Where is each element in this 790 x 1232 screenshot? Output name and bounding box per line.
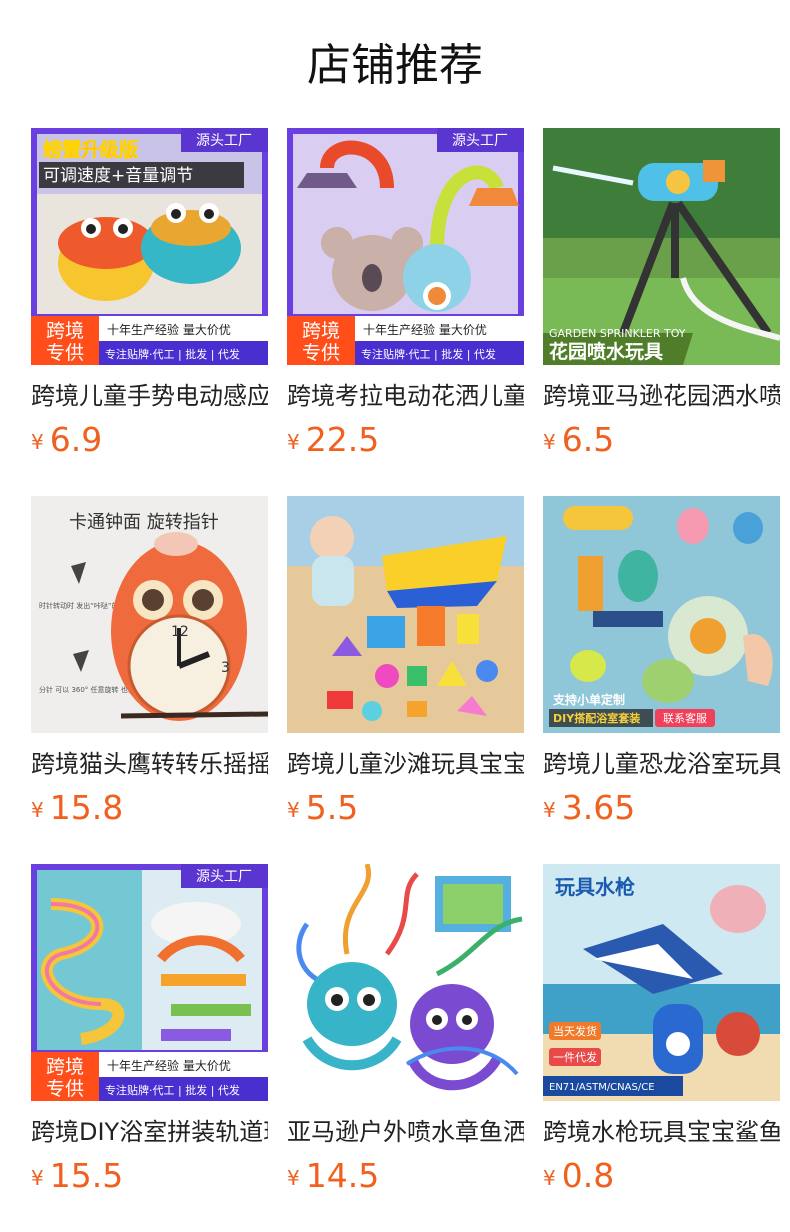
- strip-top: 十年生产经验 量大价优: [107, 1058, 231, 1073]
- currency-symbol: ¥: [287, 1166, 300, 1190]
- image-tag: 源头工厂: [452, 133, 508, 149]
- badge-top: 跨境: [46, 1056, 84, 1078]
- price-value: 3.65: [561, 788, 636, 827]
- contact-button: 联系客服: [663, 711, 707, 725]
- badge-bottom: 专供: [46, 1078, 84, 1100]
- price-value: 0.8: [561, 1156, 615, 1195]
- strip-bottom: 专注贴牌·代工 | 批发 | 代发: [361, 347, 496, 361]
- price-value: 6.9: [49, 420, 103, 459]
- product-image[interactable]: [287, 496, 524, 733]
- product-image[interactable]: 支持小单定制 DIY搭配浴室套装 联系客服: [543, 496, 780, 733]
- image-line-2: DIY搭配浴室套装: [553, 711, 640, 725]
- product-image[interactable]: 源头工厂 跨境 专供 十年生产经验 量大价优 专注贴牌·代工 | 批发 | 代发: [31, 864, 268, 1101]
- image-headline: 卡通钟面 旋转指针: [69, 512, 219, 533]
- badge-bottom: 专供: [302, 342, 340, 364]
- product-image[interactable]: 卡通钟面 旋转指针 时针转动时 发出“咔哒”的声音 分针 可以 360° 任意旋…: [31, 496, 268, 733]
- currency-symbol: ¥: [31, 1166, 44, 1190]
- image-tag: 源头工厂: [196, 869, 252, 885]
- product-name[interactable]: 跨境DIY浴室拼装轨道玩具: [31, 1116, 268, 1148]
- product-price: ¥3.65: [543, 788, 780, 828]
- product-price: ¥15.8: [31, 788, 268, 828]
- page-title: 店铺推荐: [307, 40, 483, 91]
- svg-text:12: 12: [171, 624, 189, 640]
- badge-bottom: 专供: [46, 342, 84, 364]
- price-value: 6.5: [561, 420, 615, 459]
- product-price: ¥6.9: [31, 420, 268, 460]
- price-value: 15.5: [49, 1156, 124, 1195]
- currency-symbol: ¥: [287, 430, 300, 454]
- product-image[interactable]: 源头工厂 跨境 专供 十年生产经验 量大价优 专注贴牌·代工 | 批发 | 代发: [287, 128, 524, 365]
- caption-en: GARDEN SPRINKLER TOY: [549, 327, 686, 340]
- product-image[interactable]: 玩具水枪 当天发货 一件代发 EN71/ASTM/CNAS/CE: [543, 864, 780, 1101]
- product-name[interactable]: 跨境儿童恐龙浴室玩具套装: [543, 748, 780, 780]
- currency-symbol: ¥: [31, 430, 44, 454]
- product-price: ¥15.5: [31, 1156, 268, 1196]
- product-name[interactable]: 跨境考拉电动花洒儿童戏水玩具: [287, 380, 524, 412]
- image-headline: 玩具水枪: [555, 875, 635, 899]
- product-name[interactable]: 亚马逊户外喷水章鱼洒水玩具: [287, 1116, 524, 1148]
- product-image[interactable]: GARDEN SPRINKLER TOY 花园喷水玩具: [543, 128, 780, 365]
- product-price: ¥5.5: [287, 788, 524, 828]
- product-name[interactable]: 跨境水枪玩具宝宝鲨鱼戏水玩具: [543, 1116, 780, 1148]
- product-price: ¥14.5: [287, 1156, 524, 1196]
- image-headline: 螃蟹升级版: [43, 138, 138, 161]
- image-subline: 可调速度+音量调节: [43, 166, 193, 186]
- tag-1: 当天发货: [553, 1024, 597, 1038]
- price-value: 22.5: [305, 420, 380, 459]
- product-price: ¥6.5: [543, 420, 780, 460]
- product-price: ¥0.8: [543, 1156, 780, 1196]
- certification: EN71/ASTM/CNAS/CE: [549, 1082, 655, 1093]
- strip-top: 十年生产经验 量大价优: [107, 322, 231, 337]
- badge-top: 跨境: [46, 320, 84, 342]
- caption-cn: 花园喷水玩具: [549, 340, 663, 363]
- product-name[interactable]: 跨境儿童手势电动感应螃蟹玩具: [31, 380, 268, 412]
- currency-symbol: ¥: [543, 430, 556, 454]
- strip-top: 十年生产经验 量大价优: [363, 322, 487, 337]
- product-name[interactable]: 跨境儿童沙滩玩具宝宝挖沙套装: [287, 748, 524, 780]
- currency-symbol: ¥: [31, 798, 44, 822]
- currency-symbol: ¥: [287, 798, 300, 822]
- image-line-1: 支持小单定制: [552, 692, 625, 707]
- currency-symbol: ¥: [543, 1166, 556, 1190]
- price-value: 5.5: [305, 788, 359, 827]
- image-tag: 源头工厂: [196, 133, 252, 149]
- strip-bottom: 专注贴牌·代工 | 批发 | 代发: [105, 1083, 240, 1097]
- product-image[interactable]: 源头工厂 螃蟹升级版 可调速度+音量调节 跨境 专供 十年生产经验 量大价优 专…: [31, 128, 268, 365]
- svg-text:3: 3: [221, 660, 230, 676]
- product-price: ¥22.5: [287, 420, 524, 460]
- tag-2: 一件代发: [553, 1050, 597, 1064]
- product-name[interactable]: 跨境猫头鹰转转乐摇摇乐玩具: [31, 748, 268, 780]
- price-value: 14.5: [305, 1156, 380, 1195]
- product-name[interactable]: 跨境亚马逊花园洒水喷水玩具: [543, 380, 780, 412]
- currency-symbol: ¥: [543, 798, 556, 822]
- price-value: 15.8: [49, 788, 124, 827]
- strip-bottom: 专注贴牌·代工 | 批发 | 代发: [105, 347, 240, 361]
- badge-top: 跨境: [302, 320, 340, 342]
- product-image[interactable]: [287, 864, 524, 1101]
